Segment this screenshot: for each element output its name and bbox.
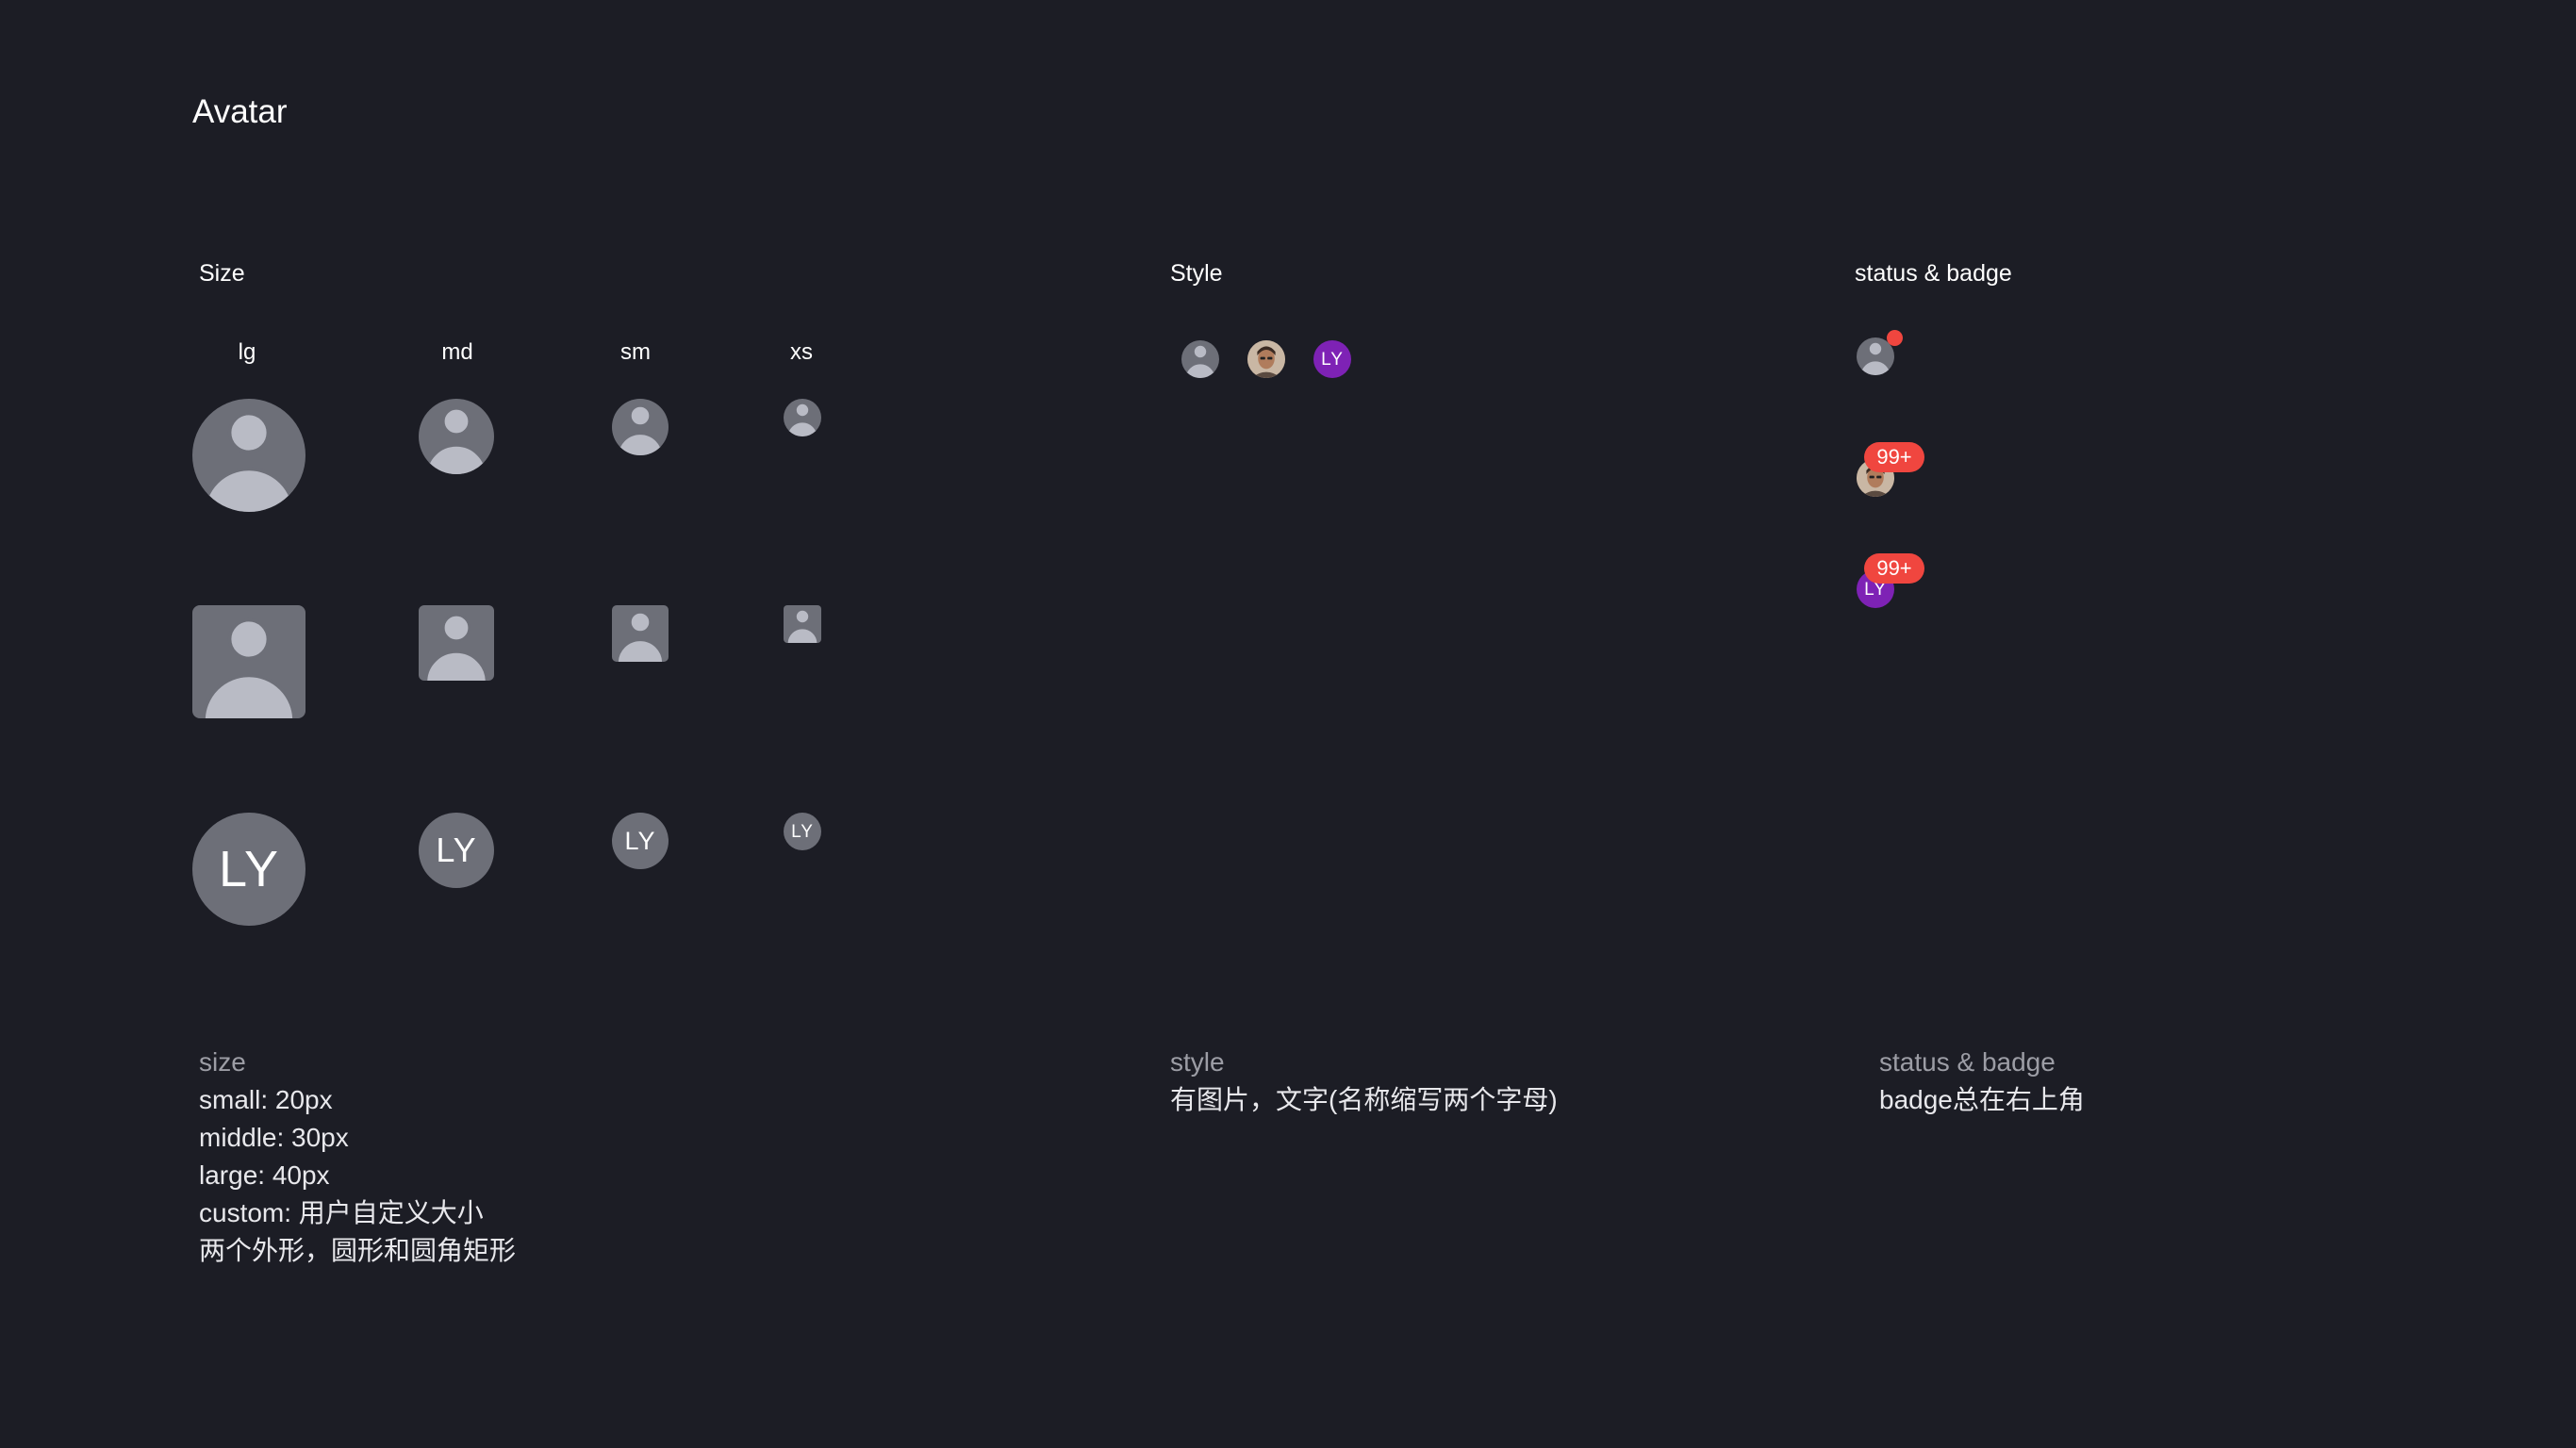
avatar-lg-square [192,605,305,718]
count-badge: 99+ [1864,553,1924,584]
avatar-initials: LY [218,841,280,897]
page-title: Avatar [192,93,288,130]
avatar-sm-square [612,605,669,662]
avatar-sm-initials: LY [612,813,669,869]
style-notes: style 有图片，文字(名称缩写两个字母) [1170,1044,1558,1119]
size-label-xs: xs [790,339,813,365]
status-section-title: status & badge [1855,260,2012,287]
avatar-xs-square [784,605,821,643]
person-photo-icon [1247,340,1285,378]
user-silhouette-icon [617,611,664,662]
size-note-line: small: 20px [199,1085,333,1114]
user-silhouette-icon [202,617,296,718]
avatar-sm-circle [612,399,669,455]
avatar-md-circle [419,399,494,474]
size-notes-heading: size [199,1047,246,1077]
user-silhouette-icon [424,614,488,681]
avatar-initials: LY [624,826,656,855]
status-note-line: badge总在右上角 [1879,1085,2085,1114]
style-note-line: 有图片，文字(名称缩写两个字母) [1170,1085,1558,1114]
avatar-md-square [419,605,494,681]
style-notes-heading: style [1170,1047,1225,1077]
user-silhouette-icon [617,404,664,455]
avatar-initials: LY [436,831,477,869]
status-notes-heading: status & badge [1879,1047,2056,1077]
avatar-md-initials: LY [419,813,494,888]
size-label-md: md [441,339,473,365]
avatar-initials: LY [791,821,814,842]
user-silhouette-icon [202,411,296,512]
size-section-title: Size [199,260,245,287]
size-note-line: large: 40px [199,1160,330,1190]
user-silhouette-icon [424,407,488,474]
size-label-sm: sm [620,339,651,365]
size-note-line: 两个外形，圆形和圆角矩形 [199,1236,517,1265]
size-note-line: custom: 用户自定义大小 [199,1198,484,1227]
count-badge: 99+ [1864,442,1924,472]
size-label-lg: lg [238,339,256,365]
style-section-title: Style [1170,260,1223,287]
status-dot [1887,330,1903,346]
user-silhouette-icon [786,403,818,436]
avatar-lg-initials: LY [192,813,305,926]
style-avatar-photo [1247,340,1285,378]
size-note-line: middle: 30px [199,1123,349,1152]
style-avatar-placeholder [1181,340,1219,378]
avatar-initials: LY [1321,349,1344,370]
style-avatar-initials: LY [1313,340,1351,378]
avatar-xs-circle [784,399,821,436]
user-silhouette-icon [786,609,818,643]
avatar-xs-initials: LY [784,813,821,850]
avatar-lg-circle [192,399,305,512]
size-notes: size small: 20px middle: 30px large: 40p… [199,1044,516,1270]
status-notes: status & badge badge总在右上角 [1879,1044,2085,1119]
user-silhouette-icon [1184,344,1216,378]
